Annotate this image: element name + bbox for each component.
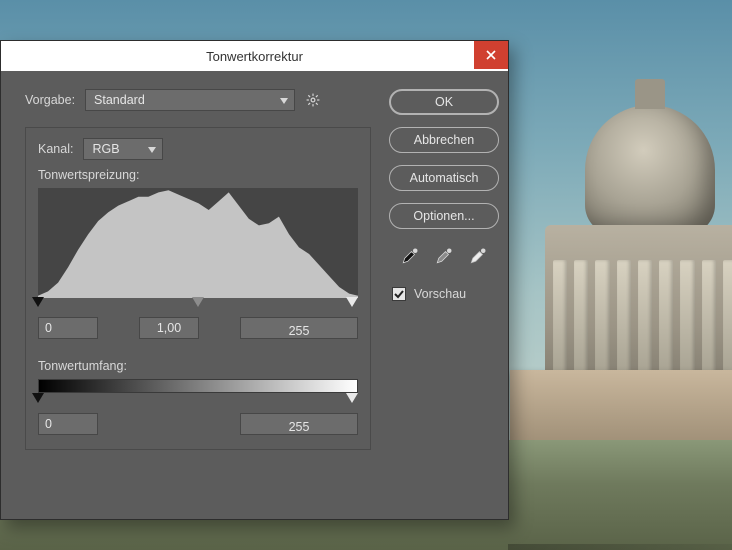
input-slider-track[interactable] [38,297,358,309]
output-shadow-field[interactable]: 0 [38,413,98,435]
auto-label: Automatisch [410,171,479,185]
auto-button[interactable]: Automatisch [389,165,499,191]
gear-icon [306,93,320,107]
right-column: OK Abbrechen Automatisch Optionen... Vor… [389,89,499,503]
options-button[interactable]: Optionen... [389,203,499,229]
preset-value: Standard [94,93,145,107]
levels-group: Kanal: RGB Tonwertspreizung: [25,127,371,450]
input-highlight-value: 255 [289,324,310,338]
output-shadow-value: 0 [45,417,52,431]
bg-shadow [508,544,732,550]
input-shadow-field[interactable]: 0 [38,317,98,339]
input-highlight-field[interactable]: 255 [240,317,358,339]
white-point-eyedropper-icon[interactable] [469,247,487,265]
close-button[interactable] [474,41,508,69]
preset-label: Vorgabe: [25,93,75,107]
preview-checkbox[interactable] [392,287,406,301]
input-midtone-value: 1,00 [157,321,181,335]
histogram-wrap: 0 1,00 255 [38,188,358,339]
preset-menu-button[interactable] [305,92,321,108]
preset-row: Vorgabe: Standard [25,89,371,111]
bg-dome [585,105,715,235]
histogram-svg [38,188,358,298]
output-highlight-field[interactable]: 255 [240,413,358,435]
gray-point-eyedropper-icon[interactable] [435,247,453,265]
input-shadow-value: 0 [45,321,52,335]
dialog-title: Tonwertkorrektur [206,49,303,64]
output-gradient [38,379,358,393]
chevron-down-icon [148,147,156,153]
output-shadow-slider[interactable] [32,393,44,403]
input-midtone-field[interactable]: 1,00 [139,317,199,339]
close-icon [486,50,496,60]
channel-value: RGB [92,142,119,156]
preview-row[interactable]: Vorschau [392,287,466,301]
cancel-button[interactable]: Abbrechen [389,127,499,153]
eyedropper-row [401,247,487,265]
input-midtone-slider[interactable] [192,297,204,307]
titlebar[interactable]: Tonwertkorrektur [1,41,508,71]
output-levels-label: Tonwertumfang: [38,359,358,373]
ok-button[interactable]: OK [389,89,499,115]
channel-select[interactable]: RGB [83,138,163,160]
chevron-down-icon [280,98,288,104]
channel-label: Kanal: [38,142,73,156]
input-levels-label: Tonwertspreizung: [38,168,358,182]
black-point-eyedropper-icon[interactable] [401,247,419,265]
cancel-label: Abbrechen [414,133,474,147]
levels-dialog: Tonwertkorrektur Vorgabe: Standard Kanal… [0,40,509,520]
output-highlight-value: 255 [289,420,310,434]
bg-wall [510,370,732,450]
preset-select[interactable]: Standard [85,89,295,111]
output-slider-track[interactable] [38,393,358,405]
input-shadow-slider[interactable] [32,297,44,307]
output-highlight-slider[interactable] [346,393,358,403]
options-label: Optionen... [413,209,474,223]
preview-label: Vorschau [414,287,466,301]
ok-label: OK [435,95,453,109]
histogram [38,188,358,298]
check-icon [394,289,404,299]
dialog-body: Vorgabe: Standard Kanal: RGB Tonw [1,71,508,519]
left-column: Vorgabe: Standard Kanal: RGB Tonw [25,89,371,503]
output-levels-inputs: 0 255 [38,413,358,435]
input-highlight-slider[interactable] [346,297,358,307]
input-levels-inputs: 0 1,00 255 [38,317,358,339]
